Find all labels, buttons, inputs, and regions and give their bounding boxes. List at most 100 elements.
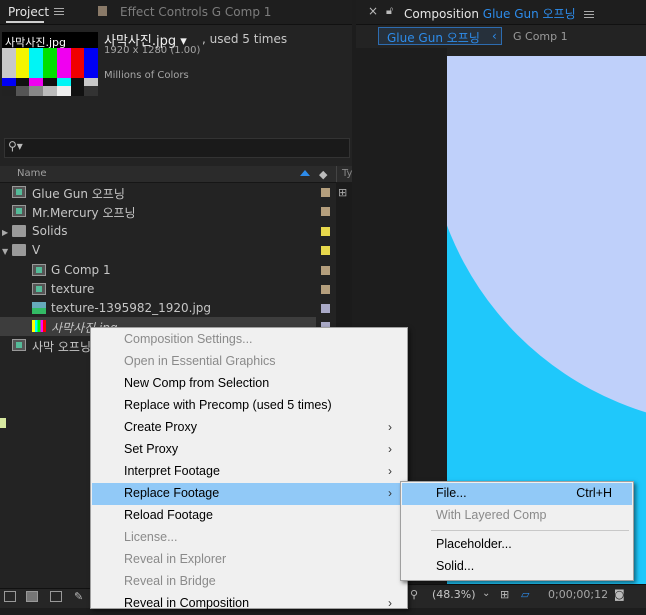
menu-item-license[interactable]: License... [92, 527, 406, 549]
asset-color-depth: Millions of Colors [104, 70, 189, 81]
project-item-label: G Comp 1 [51, 263, 111, 277]
submenu-item-solid[interactable]: Solid... [402, 556, 632, 578]
project-item-label: 사막 오프닝 [32, 340, 92, 354]
submenu-arrow-icon: › [388, 464, 392, 478]
collapse-arrow-icon[interactable]: ▼ [2, 247, 8, 256]
composition-tab-prefix: Composition [404, 7, 479, 21]
panel-menu-icon[interactable] [54, 8, 64, 16]
column-name-header[interactable]: Name [17, 168, 47, 179]
timecode-display[interactable]: 0;00;00;12 [548, 588, 608, 601]
submenu-item-label: Solid... [436, 559, 475, 573]
mask-toggle-icon[interactable]: ▱ [521, 588, 529, 601]
menu-item-reveal-in-composition[interactable]: Reveal in Composition › [92, 593, 406, 615]
label-color-swatch[interactable] [321, 188, 330, 197]
menu-item-label: Replace with Precomp (used 5 times) [124, 398, 332, 412]
menu-item-reveal-in-bridge[interactable]: Reveal in Bridge [92, 571, 406, 593]
submenu-item-placeholder[interactable]: Placeholder... [402, 534, 632, 556]
menu-item-replace-footage[interactable]: Replace Footage › [92, 483, 406, 505]
column-type-header[interactable]: Ty [342, 168, 352, 179]
submenu-arrow-icon: › [388, 420, 392, 434]
label-color-swatch[interactable] [321, 207, 330, 216]
search-input[interactable] [4, 138, 350, 158]
project-item[interactable]: texture [0, 280, 336, 299]
project-item-label: Mr.Mercury 오프닝 [32, 206, 136, 220]
panel-menu-icon[interactable] [583, 10, 594, 19]
color-chip [0, 418, 6, 428]
composition-icon [12, 339, 26, 351]
menu-item-create-proxy[interactable]: Create Proxy › [92, 417, 406, 439]
submenu-arrow-icon: › [388, 486, 392, 500]
pen-icon[interactable]: ✎ [74, 590, 83, 603]
menu-item-set-proxy[interactable]: Set Proxy › [92, 439, 406, 461]
submenu-item-file[interactable]: File... Ctrl+H [402, 483, 632, 505]
breadcrumb-item[interactable]: G Comp 1 [513, 30, 568, 43]
magnify-icon[interactable]: ⚲ [410, 588, 418, 601]
project-item-label: Glue Gun 오프닝 [32, 187, 125, 201]
menu-item-label: License... [124, 530, 178, 544]
folder-icon [12, 225, 26, 237]
project-item-label: V [32, 243, 41, 257]
menu-item-label: Composition Settings... [124, 332, 253, 346]
lock-icon[interactable]: 🔓︎ [386, 4, 393, 18]
interpret-footage-icon[interactable] [4, 591, 16, 602]
label-color-swatch[interactable] [321, 304, 330, 313]
label-tag-icon[interactable]: ◆ [319, 168, 327, 181]
menu-item-label: Reload Footage [124, 508, 213, 522]
tab-project[interactable]: Project [8, 5, 49, 19]
chevron-down-icon[interactable]: ⌄ [482, 588, 490, 599]
project-item[interactable]: Glue Gun 오프닝 [0, 183, 336, 202]
label-color-swatch[interactable] [321, 285, 330, 294]
flowchart-icon[interactable]: ⊞ [338, 186, 347, 199]
menu-item-reveal-in-explorer[interactable]: Reveal in Explorer [92, 549, 406, 571]
menu-item-new-comp-from-selection[interactable]: New Comp from Selection [92, 373, 406, 395]
menu-item-reload-footage[interactable]: Reload Footage [92, 505, 406, 527]
composition-tab-name: Glue Gun 오프닝 [482, 7, 576, 21]
zoom-dropdown[interactable]: (48.3%) [432, 588, 476, 601]
image-file-icon [32, 320, 46, 332]
menu-item-label: Reveal in Explorer [124, 552, 227, 566]
submenu-item-layered-comp[interactable]: With Layered Comp [402, 505, 632, 527]
column-divider[interactable] [336, 166, 337, 182]
submenu-item-label: File... [436, 486, 467, 500]
submenu-arrow-icon: › [388, 442, 392, 456]
context-menu: Composition Settings... Open in Essentia… [90, 327, 408, 610]
new-composition-icon[interactable] [50, 591, 62, 602]
label-color-swatch[interactable] [321, 246, 330, 255]
menu-item-open-essential-graphics[interactable]: Open in Essential Graphics [92, 351, 406, 373]
menu-item-label: Set Proxy [124, 442, 179, 456]
menu-item-composition-settings[interactable]: Composition Settings... [92, 329, 406, 351]
thumbnail-label: 사막사진.jpg [5, 36, 66, 49]
search-icon[interactable]: ⚲▾ [8, 139, 23, 153]
close-icon[interactable]: × [368, 4, 378, 18]
chevron-left-icon[interactable]: ‹ [492, 29, 497, 43]
menu-item-label: Reveal in Bridge [124, 574, 216, 588]
menu-item-label: Open in Essential Graphics [124, 354, 276, 368]
asset-usage: , used 5 times [202, 32, 288, 46]
project-item-label: texture [51, 282, 95, 296]
menu-item-label: Interpret Footage [124, 464, 220, 478]
project-item[interactable]: ▼ V [0, 241, 336, 260]
folder-icon [12, 244, 26, 256]
menu-item-replace-with-precomp[interactable]: Replace with Precomp (used 5 times) [92, 395, 406, 417]
image-file-icon [32, 302, 46, 314]
tab-composition[interactable]: Composition Glue Gun 오프닝 [404, 5, 594, 22]
composition-icon [32, 283, 46, 295]
menu-item-label: Reveal in Composition [124, 596, 250, 610]
project-item[interactable]: ▶ Solids [0, 222, 336, 241]
grid-icon[interactable]: ⊞ [500, 588, 509, 601]
label-color-swatch[interactable] [321, 266, 330, 275]
menu-item-interpret-footage[interactable]: Interpret Footage › [92, 461, 406, 483]
camera-snapshot-icon[interactable]: ◙ [614, 588, 625, 601]
sort-ascending-icon[interactable] [300, 170, 310, 176]
project-item[interactable]: Mr.Mercury 오프닝 [0, 202, 336, 221]
menu-separator [431, 530, 629, 531]
expand-arrow-icon[interactable]: ▶ [2, 228, 8, 237]
submenu-arrow-icon: › [388, 596, 392, 610]
project-item[interactable]: G Comp 1 [0, 261, 336, 280]
footage-thumbnail: 사막사진.jpg [2, 32, 98, 96]
label-color-swatch[interactable] [321, 227, 330, 236]
new-folder-icon[interactable] [26, 591, 38, 602]
tab-active-indicator [6, 21, 44, 23]
project-item[interactable]: texture-1395982_1920.jpg [0, 299, 336, 318]
tab-effect-controls[interactable]: Effect Controls G Comp 1 [120, 5, 271, 19]
